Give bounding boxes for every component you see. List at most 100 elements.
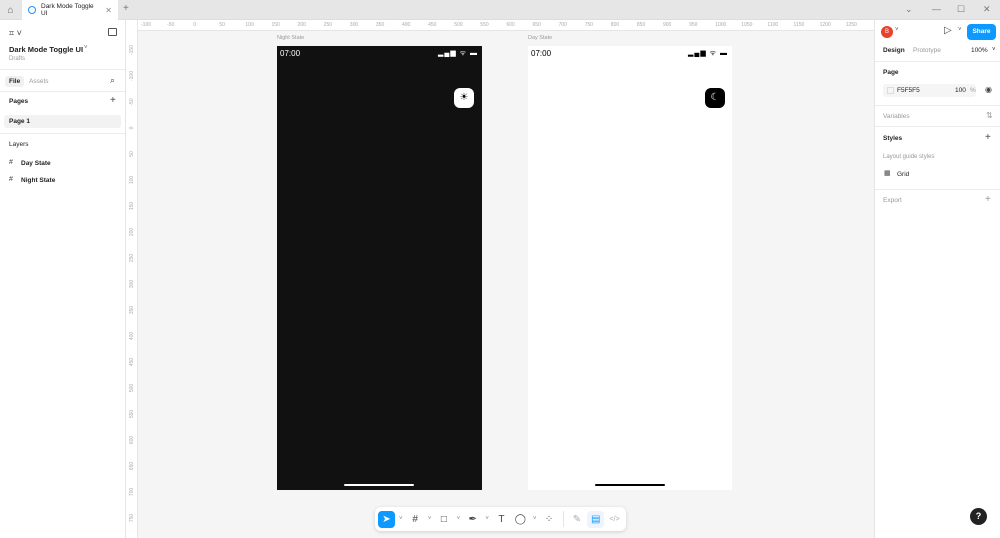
add-page-icon[interactable]: + <box>110 95 116 106</box>
tab-prototype[interactable]: Prototype <box>913 47 941 54</box>
grid-icon: ▦ <box>884 170 891 177</box>
actions-icon[interactable]: ⁘ <box>541 511 558 528</box>
chevron-down-icon[interactable]: ⌄ <box>905 4 913 15</box>
ruler-tick-label: 50 <box>129 151 135 157</box>
rectangle-tool-icon[interactable]: □ <box>436 511 453 528</box>
main-menu-icon[interactable]: ⌗ ˅ <box>9 28 22 39</box>
ruler-tick-label: -150 <box>129 45 135 56</box>
chevron-down-icon[interactable]: ˅ <box>426 516 434 522</box>
ruler-tick-label: 500 <box>129 383 135 393</box>
chevron-down-icon[interactable]: ˅ <box>84 45 88 51</box>
frame-label-night[interactable]: Night State <box>277 35 304 41</box>
maximize-button[interactable]: ☐ <box>957 4 965 15</box>
ruler-tick-label: 400 <box>129 331 135 341</box>
ruler-tick-label: 100 <box>245 22 254 28</box>
ruler-tick-label: -50 <box>129 98 135 106</box>
grid-style[interactable]: Grid <box>897 171 909 178</box>
vertical-ruler: -150 -100 -50 0 50 100 150 200 250 300 350 400 450 50… <box>126 20 138 538</box>
close-tab-icon[interactable]: ✕ <box>105 6 112 15</box>
page-color-value[interactable]: F5F5F5 <box>897 87 920 94</box>
help-button[interactable]: ? <box>970 508 987 525</box>
page-opacity-value[interactable]: 100 <box>955 87 966 94</box>
ruler-tick-label: 900 <box>663 22 672 28</box>
chevron-down-icon[interactable]: ˅ <box>992 47 996 53</box>
ruler-tick-label: 250 <box>323 22 333 28</box>
styles-heading: Styles <box>883 135 903 142</box>
chevron-down-icon[interactable]: ˅ <box>397 516 405 522</box>
tab-assets[interactable]: Assets <box>29 78 49 85</box>
file-name[interactable]: Dark Mode Toggle UI <box>9 45 83 54</box>
minimize-button[interactable]: — <box>932 4 941 14</box>
ruler-tick-label: 200 <box>297 22 306 28</box>
ruler-tick-label: 100 <box>129 175 135 185</box>
ruler-tick-label: 200 <box>129 227 135 237</box>
zoom-level[interactable]: 100% <box>971 47 988 54</box>
chevron-down-icon[interactable]: ˅ <box>483 516 491 522</box>
add-style-icon[interactable]: + <box>985 132 991 143</box>
pages-heading: Pages <box>9 98 29 105</box>
frame-tool-icon[interactable]: # <box>407 511 424 528</box>
file-tab[interactable]: Dark Mode Toggle UI ✕ <box>22 0 118 20</box>
ruler-tick-label: 600 <box>129 435 135 445</box>
ruler-tick-label: 750 <box>584 22 594 28</box>
ruler-tick-label: 1050 <box>741 22 753 28</box>
ruler-tick-label: 600 <box>506 22 515 28</box>
home-indicator <box>595 484 665 486</box>
status-icons: ▂▄▆ ᯤ ▬ <box>437 50 478 57</box>
chevron-down-icon[interactable]: ˅ <box>531 516 539 522</box>
add-export-icon[interactable]: + <box>985 194 991 205</box>
ruler-tick-label: 400 <box>402 22 411 28</box>
text-tool-icon[interactable]: T <box>493 511 510 528</box>
tab-design[interactable]: Design <box>883 47 905 54</box>
chevron-down-icon[interactable]: ˅ <box>454 516 462 522</box>
ruler-tick-label: 150 <box>129 201 135 211</box>
layer-day-state[interactable]: Day State <box>21 160 51 167</box>
close-window-button[interactable]: ✕ <box>983 4 991 15</box>
new-tab-button[interactable]: + <box>123 3 129 14</box>
variables-settings-icon[interactable]: ⇅ <box>986 111 993 120</box>
ruler-tick-label: 450 <box>129 357 135 367</box>
frame-icon: # <box>9 176 13 183</box>
horizontal-ruler: -100 -50 0 50 100 150 200 250 300 350 400 450 500 550… <box>138 20 874 31</box>
file-location: Drafts <box>9 56 26 62</box>
ruler-tick-label: 0 <box>129 126 135 130</box>
chevron-down-icon[interactable]: ˅ <box>895 27 899 33</box>
sun-icon[interactable]: ☀ <box>454 88 474 108</box>
home-indicator <box>344 484 414 486</box>
status-time: 07:00 <box>531 49 552 58</box>
tab-file[interactable]: File <box>5 76 25 87</box>
chevron-down-icon[interactable]: ˅ <box>958 27 962 33</box>
pen-tool-icon[interactable]: ✒ <box>464 511 481 528</box>
ruler-tick-label: 1000 <box>715 22 727 28</box>
dev-mode-icon[interactable]: </> <box>606 511 623 528</box>
moon-icon[interactable]: ☾ <box>705 88 725 108</box>
frame-label-day[interactable]: Day State <box>528 35 552 41</box>
variables-label[interactable]: Variables <box>883 113 910 120</box>
ruler-tick-label: 650 <box>532 22 541 28</box>
design-mode-icon[interactable]: ▤ <box>587 510 605 528</box>
draw-mode-icon[interactable]: ✎ <box>569 511 586 528</box>
frame-icon: # <box>9 159 13 166</box>
layer-night-state[interactable]: Night State <box>21 177 55 184</box>
day-state-frame[interactable]: 07:00 ▂▄▆ ᯤ ▬ ☾ <box>528 46 732 490</box>
share-button[interactable]: Share <box>967 24 996 40</box>
ruler-tick-label: -100 <box>141 22 152 28</box>
night-state-frame[interactable]: 07:00 ▂▄▆ ᯤ ▬ ☀ <box>277 46 482 490</box>
ruler-tick-label: 550 <box>480 22 489 28</box>
ruler-tick-label: 0 <box>193 22 196 28</box>
sidebar-toggle-icon[interactable] <box>108 28 117 36</box>
ruler-tick-label: 950 <box>689 22 698 28</box>
home-icon[interactable]: ⌂ <box>3 3 18 18</box>
title-bar: ⌂ Dark Mode Toggle UI ✕ + ⌄ — ☐ ✕ <box>0 0 1000 20</box>
ruler-tick-label: 800 <box>610 22 620 28</box>
eye-icon[interactable]: ◉ <box>985 85 992 94</box>
page-item-page-1[interactable]: Page 1 <box>4 115 121 128</box>
play-icon[interactable]: ▷ <box>944 25 952 36</box>
ruler-tick-label: 350 <box>129 305 135 315</box>
avatar[interactable]: B <box>881 26 893 38</box>
search-icon[interactable]: ⌕ <box>110 75 115 86</box>
comment-tool-icon[interactable]: ◯ <box>512 511 529 528</box>
move-tool-icon[interactable]: ➤ <box>378 510 395 528</box>
color-swatch[interactable] <box>887 87 894 94</box>
ruler-tick-label: -100 <box>129 71 135 82</box>
